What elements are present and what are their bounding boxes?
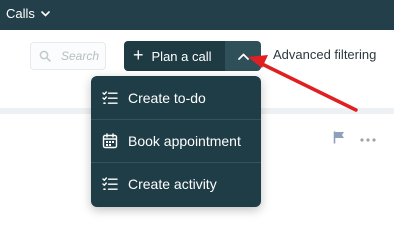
search-box[interactable] — [30, 42, 115, 70]
search-icon — [39, 50, 51, 62]
page: Calls + Plan a call Advanced filtering — [0, 0, 394, 240]
plan-a-call-button[interactable]: + Plan a call — [124, 41, 225, 71]
flag-icon[interactable] — [333, 131, 345, 149]
plan-a-call-label: Plan a call — [151, 48, 212, 64]
checklist-icon — [102, 90, 118, 106]
search-input[interactable] — [59, 48, 115, 64]
plus-icon: + — [133, 45, 144, 65]
plan-options-menu: Create to-do Book appointment Create act… — [91, 76, 261, 207]
menu-item-book-appointment[interactable]: Book appointment — [91, 119, 261, 162]
advanced-filtering-link[interactable]: Advanced filtering — [273, 47, 376, 62]
top-bar: Calls — [0, 0, 394, 30]
menu-item-label: Create to-do — [128, 89, 206, 106]
view-title: Calls — [6, 6, 35, 21]
menu-item-label: Book appointment — [128, 133, 241, 149]
chevron-up-icon — [237, 47, 249, 65]
menu-item-create-to-do[interactable]: Create to-do — [91, 76, 261, 119]
calls-view-selector[interactable]: Calls — [6, 6, 50, 21]
chevron-down-icon — [41, 10, 50, 17]
menu-item-label: Create activity — [128, 176, 217, 192]
menu-item-create-activity[interactable]: Create activity — [91, 162, 261, 205]
checklist-icon — [102, 176, 118, 192]
more-icon[interactable] — [360, 130, 376, 146]
plan-options-toggle[interactable] — [225, 41, 261, 71]
calendar-icon — [102, 133, 118, 149]
